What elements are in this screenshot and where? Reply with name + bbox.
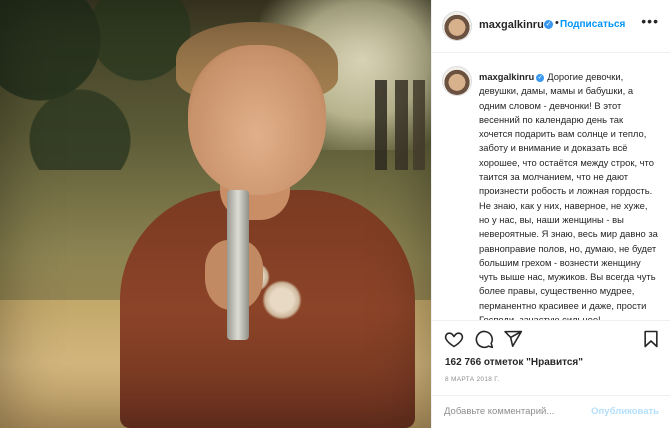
post-header: maxgalkinru ✓ • Подписаться ••• [432,0,670,53]
post-side-panel: maxgalkinru ✓ • Подписаться ••• maxgalki… [431,0,670,428]
verified-badge-icon: ✓ [544,20,553,29]
photo-vignette [0,0,431,428]
header-separator: • [555,17,559,29]
likes-count[interactable]: 162 766 отметок "Нравится" [445,357,583,368]
caption-username[interactable]: maxgalkinru [479,71,534,82]
follow-button[interactable]: Подписаться [560,19,625,30]
verified-badge-icon: ✓ [536,74,545,82]
instagram-post: maxgalkinru ✓ • Подписаться ••• maxgalki… [0,0,670,428]
more-options-icon[interactable]: ••• [641,13,659,29]
comment-bubble-icon[interactable] [474,329,494,349]
caption-avatar[interactable] [443,67,471,95]
post-photo[interactable] [0,0,431,428]
header-username[interactable]: maxgalkinru [479,19,544,31]
avatar[interactable] [443,12,471,40]
comment-input[interactable]: Добавьте комментарий... [444,406,554,417]
add-comment-bar: Добавьте комментарий... Опубликовать [432,395,670,429]
caption-text: Дорогие девочки, девушки, дамы, мамы и б… [479,71,658,321]
comments-section[interactable]: maxgalkinru ✓ Дорогие девочки, девушки, да… [432,53,670,321]
heart-icon[interactable] [444,329,464,349]
post-caption: maxgalkinru ✓ Дорогие девочки, девушки, да… [479,70,659,321]
post-date: 8 МАРТА 2018 Г. [445,376,500,383]
publish-button[interactable]: Опубликовать [591,406,659,417]
bookmark-icon[interactable] [641,329,661,349]
paper-plane-icon[interactable] [503,329,523,349]
